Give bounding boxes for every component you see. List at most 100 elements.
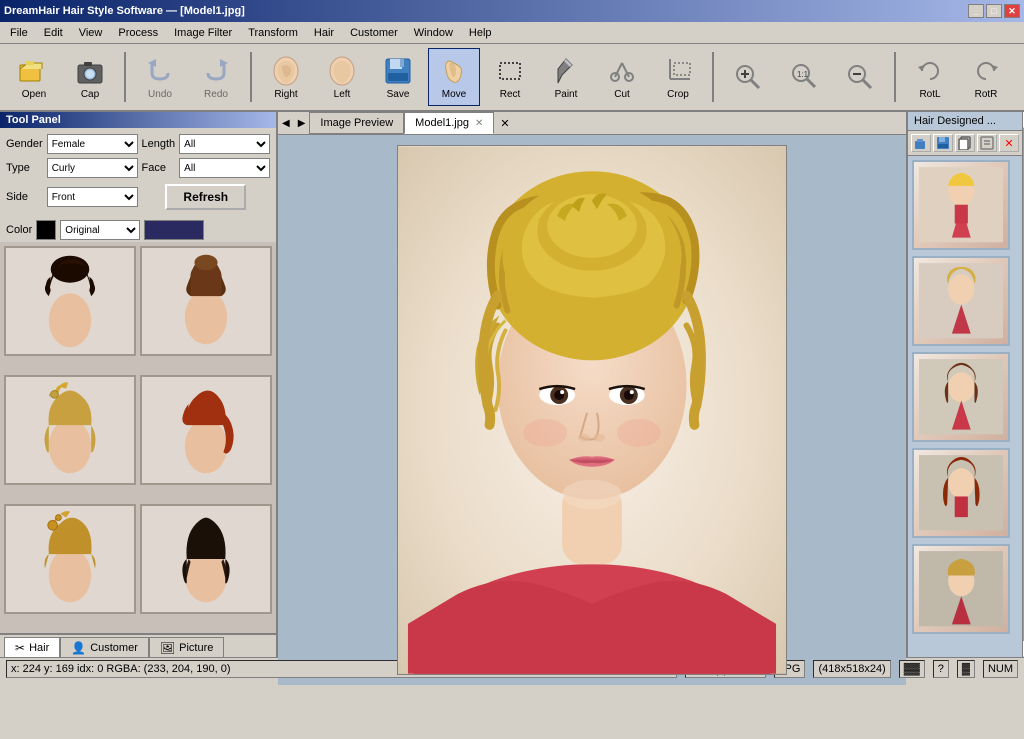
menu-edit[interactable]: Edit	[38, 25, 69, 41]
redo-icon	[200, 55, 232, 87]
tab-next[interactable]: ▶	[294, 116, 310, 131]
color-swatch-preview	[144, 220, 204, 240]
cut-label: Cut	[614, 89, 630, 100]
menu-image-filter[interactable]: Image Filter	[168, 25, 238, 41]
hair-style-6[interactable]	[140, 504, 272, 614]
status-btn2[interactable]: ?	[933, 660, 949, 678]
rp-open-button[interactable]	[911, 134, 931, 152]
tab-prev[interactable]: ◀	[278, 116, 294, 131]
color-option-select[interactable]: Original Black Blonde Brown Red	[60, 220, 140, 240]
cap-icon	[74, 55, 106, 87]
right-thumb-3[interactable]	[912, 352, 1010, 442]
rp-delete-button[interactable]: ✕	[999, 134, 1019, 152]
menu-view[interactable]: View	[73, 25, 109, 41]
rotr-button[interactable]: RotR	[960, 48, 1012, 106]
paint-button[interactable]: Paint	[540, 48, 592, 106]
image-area: ◀ ▶ Image Preview Model1.jpg ✕ ✕	[278, 112, 906, 657]
color-swatch-black[interactable]	[36, 220, 56, 240]
length-label: Length	[142, 138, 176, 150]
zoom-out-icon	[844, 61, 876, 93]
save-button[interactable]: Save	[372, 48, 424, 106]
color-row: Color Original Black Blonde Brown Red	[0, 218, 276, 242]
rotl-label: RotL	[919, 89, 940, 100]
zoom-in-icon	[732, 61, 764, 93]
side-select[interactable]: Front Side Back	[47, 187, 138, 207]
type-select[interactable]: All Curly Straight Wavy	[47, 158, 138, 178]
picture-tab-label: Picture	[179, 642, 213, 654]
zoom-1-1-button[interactable]: 1:1	[778, 48, 830, 106]
right-panel-header: Hair Designed ...	[908, 112, 1022, 131]
zoom-glass2-button[interactable]	[834, 48, 886, 106]
cut-button[interactable]: Cut	[596, 48, 648, 106]
tab-customer[interactable]: 👤 Customer	[60, 637, 149, 657]
move-button[interactable]: Move	[428, 48, 480, 106]
status-btn3[interactable]: ▓	[957, 660, 975, 678]
face-select[interactable]: All Oval Round Square	[179, 158, 270, 178]
undo-label: Undo	[148, 89, 172, 100]
titlebar-controls[interactable]: _ □ ✕	[968, 4, 1020, 18]
status-numlock: NUM	[983, 660, 1018, 678]
tab-model-jpg-label: Model1.jpg	[415, 117, 469, 129]
hair-style-2[interactable]	[140, 246, 272, 356]
hair-style-3[interactable]	[4, 375, 136, 485]
menu-hair[interactable]: Hair	[308, 25, 340, 41]
tab-area-close-icon[interactable]: ✕	[494, 115, 515, 132]
refresh-button[interactable]: Refresh	[165, 184, 246, 210]
rp-paste-button[interactable]	[977, 134, 997, 152]
titlebar: DreamHair Hair Style Software — [Model1.…	[0, 0, 1024, 22]
right-thumb-5[interactable]	[912, 544, 1010, 634]
open-button[interactable]: Open	[8, 48, 60, 106]
menubar: File Edit View Process Image Filter Tran…	[0, 22, 1024, 44]
left-button[interactable]: Left	[316, 48, 368, 106]
zoom-glass1-button[interactable]	[722, 48, 774, 106]
hair-style-1[interactable]	[4, 246, 136, 356]
rp-save-button[interactable]	[933, 134, 953, 152]
status-btn1[interactable]: ▓▓	[899, 660, 925, 678]
hair-style-4[interactable]	[140, 375, 272, 485]
close-button[interactable]: ✕	[1004, 4, 1020, 18]
menu-transform[interactable]: Transform	[242, 25, 304, 41]
rotl-button[interactable]: RotL	[904, 48, 956, 106]
right-panel: Hair Designed ... ✕	[906, 112, 1024, 657]
menu-file[interactable]: File	[4, 25, 34, 41]
right-thumb-4[interactable]	[912, 448, 1010, 538]
undo-button[interactable]: Undo	[134, 48, 186, 106]
open-label: Open	[22, 89, 46, 100]
tab-close-icon[interactable]: ✕	[475, 118, 483, 129]
hair-style-5[interactable]	[4, 504, 136, 614]
crop-label: Crop	[667, 89, 689, 100]
tab-image-preview[interactable]: Image Preview	[309, 112, 404, 134]
tab-model-jpg[interactable]: Model1.jpg ✕	[404, 112, 494, 134]
right-icon	[270, 55, 302, 87]
minimize-button[interactable]: _	[968, 4, 984, 18]
right-button[interactable]: Right	[260, 48, 312, 106]
right-thumb-2[interactable]	[912, 256, 1010, 346]
tool-panel-controls: Gender Female Male Length All Short Medi…	[0, 128, 276, 218]
maximize-button[interactable]: □	[986, 4, 1002, 18]
right-label: Right	[274, 89, 297, 100]
sep4	[894, 52, 896, 102]
crop-button[interactable]: Crop	[652, 48, 704, 106]
status-coords-text: x: 224 y: 169 idx: 0 RGBA: (233, 204, 19…	[11, 663, 231, 675]
length-select[interactable]: All Short Medium Long	[179, 134, 270, 154]
picture-tab-icon: 🖼	[160, 641, 175, 655]
menu-customer[interactable]: Customer	[344, 25, 404, 41]
model-portrait	[398, 146, 786, 674]
tab-hair[interactable]: ✂ Hair	[4, 637, 60, 657]
gender-select[interactable]: Female Male	[47, 134, 138, 154]
redo-button[interactable]: Redo	[190, 48, 242, 106]
color-label: Color	[6, 224, 32, 236]
cap-button[interactable]: Cap	[64, 48, 116, 106]
menu-process[interactable]: Process	[112, 25, 164, 41]
customer-tab-icon: 👤	[71, 641, 86, 655]
rect-icon	[494, 55, 526, 87]
rp-copy-button[interactable]	[955, 134, 975, 152]
rect-button[interactable]: Rect	[484, 48, 536, 106]
tab-picture[interactable]: 🖼 Picture	[149, 637, 224, 657]
right-thumb-1[interactable]	[912, 160, 1010, 250]
cut-icon	[606, 55, 638, 87]
side-label: Side	[6, 191, 43, 203]
menu-help[interactable]: Help	[463, 25, 498, 41]
save-label: Save	[387, 89, 410, 100]
menu-window[interactable]: Window	[408, 25, 459, 41]
